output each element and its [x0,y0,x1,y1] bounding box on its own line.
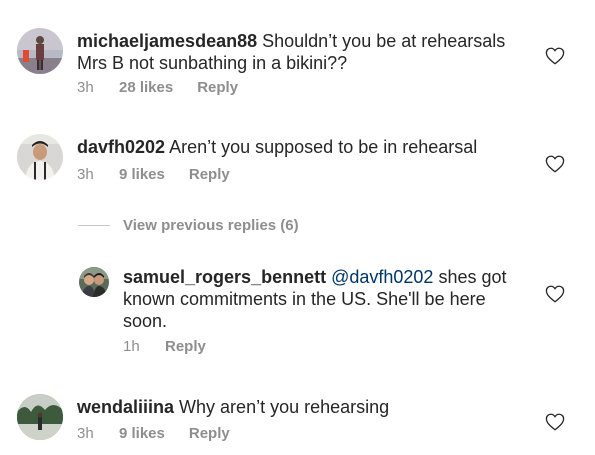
avatar[interactable] [17,28,63,74]
comment-text: wendaliiina Why aren’t you rehearsing [77,396,522,418]
avatar-photo [17,28,63,74]
comment-meta: 1h Reply [123,338,206,356]
comment-text: davfh0202 Aren’t you supposed to be in r… [77,136,522,158]
reply-button[interactable]: Reply [165,338,206,356]
comment-username[interactable]: michaeljamesdean88 [77,31,257,51]
comment-time: 1h [123,338,140,355]
heart-outline-icon[interactable] [545,285,565,303]
comment-meta: 3h 28 likes Reply [77,79,238,97]
divider [78,224,110,226]
avatar[interactable] [17,134,63,180]
avatar-photo [17,134,63,180]
comment-meta: 3h 9 likes Reply [77,166,230,184]
heart-outline-icon[interactable] [545,47,565,65]
reply-button[interactable]: Reply [189,425,230,443]
heart-outline-icon[interactable] [545,413,565,431]
comment-username[interactable]: samuel_rogers_bennett [123,267,326,287]
comment-likes[interactable]: 28 likes [119,79,173,97]
reply-button[interactable]: Reply [189,166,230,184]
comment-time: 3h [77,79,94,96]
comment-text: michaeljamesdean88 Shouldn’t you be at r… [77,30,522,74]
view-previous-replies-label: View previous replies (6) [123,216,299,234]
comment-likes[interactable]: 9 likes [119,425,165,443]
avatar-photo [17,394,63,440]
comment-username[interactable]: davfh0202 [77,137,165,157]
avatar-photo [79,267,109,297]
reply-button[interactable]: Reply [197,79,238,97]
comment-message: Why aren’t you rehearsing [179,397,390,417]
comment-username[interactable]: wendaliiina [77,397,174,417]
avatar[interactable] [17,394,63,440]
comment-time: 3h [77,166,94,183]
comment-likes[interactable]: 9 likes [119,166,165,184]
comment-time: 3h [77,425,94,442]
mention-link[interactable]: @davfh0202 [331,267,433,287]
comment-meta: 3h 9 likes Reply [77,425,230,443]
comment-text: samuel_rogers_bennett @davfh0202 shes go… [123,266,523,332]
comment-message: Aren’t you supposed to be in rehearsal [169,137,478,157]
view-previous-replies-button[interactable]: View previous replies (6) [78,215,299,235]
avatar[interactable] [79,267,109,297]
heart-outline-icon[interactable] [545,155,565,173]
